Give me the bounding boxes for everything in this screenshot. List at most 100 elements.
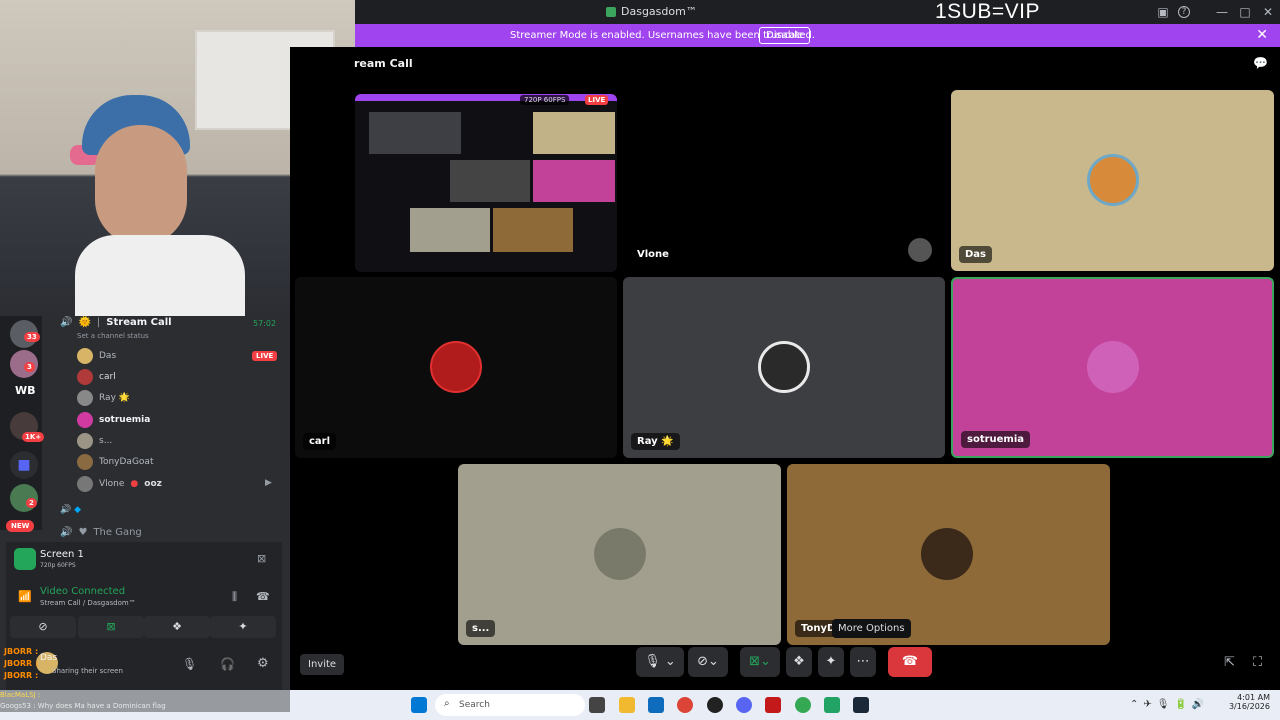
member-name: Das [99, 351, 117, 361]
avatar [77, 454, 93, 470]
server-wb[interactable]: WB [15, 384, 36, 397]
share-button[interactable]: ⊠⌄ [740, 647, 780, 677]
voice-member[interactable]: s... [77, 433, 112, 449]
tray-icons[interactable]: ⌃✈🎙🔋🔊 [1130, 699, 1209, 710]
avatar [758, 341, 810, 393]
excel-icon[interactable] [824, 697, 840, 713]
voice-member[interactable]: Das [77, 348, 116, 364]
share-screen-button[interactable]: ⊠ [78, 616, 144, 638]
participant-tile[interactable]: Das [951, 90, 1274, 271]
maximize-button[interactable]: □ [1237, 4, 1253, 20]
help-icon[interactable]: ? [1178, 6, 1190, 18]
signal-icon[interactable]: 📶 [18, 590, 32, 603]
voice-member[interactable]: TonyDaGoat [77, 454, 153, 470]
camera-button[interactable]: ⊘⌄ [688, 647, 728, 677]
noise-icon[interactable]: ⫼ [232, 590, 237, 604]
avatar [77, 433, 93, 449]
voice-channel-gang[interactable]: 🔊 ♥ The Gang [60, 527, 142, 538]
file-explorer-icon[interactable] [619, 697, 635, 713]
participant-name: sotruemia [961, 431, 1031, 448]
soundboard-button[interactable]: ✦ [818, 647, 844, 677]
participant-tile[interactable]: carl [295, 277, 617, 458]
close-icon[interactable]: ✕ [1256, 27, 1268, 43]
stream-thumb [369, 112, 461, 154]
more-options-button[interactable]: ⋯ [850, 647, 876, 677]
server-badge: 3 [24, 362, 35, 372]
fullscreen-icon[interactable]: ⛶ [1253, 655, 1262, 670]
popout-icon[interactable]: ⇱ [1224, 655, 1235, 670]
member-name: Ray 🌟 [99, 393, 130, 403]
discord-icon[interactable] [736, 697, 752, 713]
voice-member[interactable]: carl [77, 369, 116, 385]
mod-icon: ● [130, 479, 139, 489]
leave-call-button[interactable]: ☎ [888, 647, 932, 677]
avatar [921, 528, 973, 580]
participant-tile[interactable]: sotruemia [951, 277, 1274, 458]
obs-icon[interactable] [707, 697, 723, 713]
participant-name: carl [303, 433, 337, 450]
channel-status[interactable]: Set a channel status [77, 332, 149, 340]
stage-channel-title: ream Call [354, 57, 413, 70]
chrome-icon[interactable] [677, 697, 693, 713]
headset-icon[interactable]: 🎧 [220, 657, 235, 671]
chat-overlay: JBORR : JBORR : JBORR : [4, 646, 38, 682]
live-badge: LIVE [585, 95, 609, 105]
clock[interactable]: 4:01 AM 3/16/2026 [1228, 693, 1270, 711]
settings-gear-icon[interactable]: ⚙ [257, 656, 269, 671]
steam-icon[interactable] [853, 697, 869, 713]
folder-icon[interactable]: ■ [10, 451, 38, 479]
close-button[interactable]: ✕ [1260, 4, 1276, 20]
voice-status[interactable]: Video Connected [40, 586, 125, 597]
member-name: carl [99, 372, 116, 382]
chat-user: JBORR : [4, 659, 39, 668]
disconnect-icon[interactable]: ☎ [256, 590, 270, 603]
participant-name: Das [959, 246, 993, 263]
screen-sub: 720p 60FPS [40, 562, 76, 569]
voice-member[interactable]: Vlone ● ooz [77, 476, 162, 492]
video-off-button[interactable]: ⊘ [10, 616, 76, 638]
adobe-icon[interactable] [765, 697, 781, 713]
stream-tile[interactable]: 720P 60FPS LIVE [355, 94, 617, 272]
stream-thumb [450, 160, 530, 202]
minimize-button[interactable]: — [1214, 4, 1230, 20]
chat-icon[interactable]: 💬 [1253, 56, 1268, 70]
avatar [77, 476, 93, 492]
participant-tile[interactable]: s... [458, 464, 781, 645]
server-list: 33 3 WB 1K+ ■ 2 NEW [0, 316, 45, 532]
avatar [1087, 154, 1139, 206]
stop-share-icon[interactable]: ⊠ [257, 552, 266, 565]
search-input[interactable]: Search [435, 694, 585, 716]
camera-icon: ▶ [265, 478, 272, 488]
avatar [77, 412, 93, 428]
avatar [77, 348, 93, 364]
invite-button[interactable]: Invite [300, 654, 345, 675]
avatar [430, 341, 482, 393]
participant-tile[interactable]: Ray 🌟 [623, 277, 945, 458]
screen-icon [14, 548, 36, 570]
quality-badge: 720P 60FPS [520, 95, 570, 105]
browser-icon[interactable] [795, 697, 811, 713]
mic-button[interactable]: 🎙 ⌄ [636, 647, 684, 677]
soundboard-button[interactable]: ✦ [210, 616, 276, 638]
member-name: s... [99, 436, 113, 446]
voice-member[interactable]: Ray 🌟 [77, 390, 130, 406]
participant-tile[interactable]: Vlone [623, 90, 945, 271]
participant-name: s... [466, 620, 496, 637]
store-icon[interactable] [648, 697, 664, 713]
avatar [594, 528, 646, 580]
speaker-icon: 🔊 [60, 527, 73, 538]
inbox-icon[interactable]: ▣ [1155, 4, 1171, 20]
voice-channel-header[interactable]: 🔊 🌞 | Stream Call [60, 317, 172, 328]
activity-button[interactable]: ❖ [786, 647, 812, 677]
avatar [908, 238, 932, 262]
disable-button[interactable]: Disable [759, 27, 811, 44]
participant-tile[interactable]: TonyD [787, 464, 1110, 645]
speaker-icon[interactable]: 🔊 ◆ [60, 505, 81, 515]
voice-member[interactable]: sotruemia [77, 412, 150, 428]
mic-icon[interactable]: 🎙 [182, 657, 197, 671]
task-view-icon[interactable] [589, 697, 605, 713]
window-title: Dasgasdom™ [621, 5, 697, 18]
activity-button[interactable]: ❖ [144, 616, 210, 638]
windows-start-icon[interactable] [411, 697, 427, 713]
heart-icon: ♥ [78, 527, 88, 538]
